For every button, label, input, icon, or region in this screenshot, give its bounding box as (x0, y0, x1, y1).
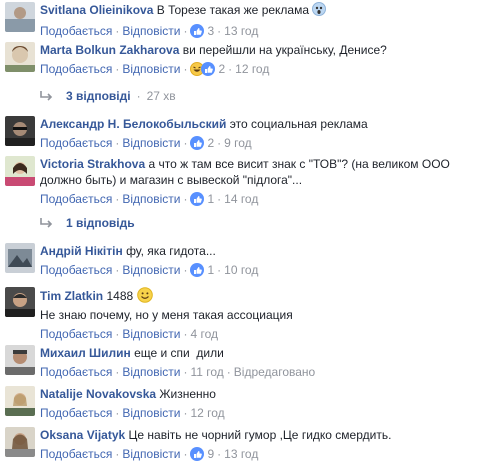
comment-text: ви перейшли на українську, Денисе? (182, 43, 387, 57)
comment-actions: Подобається · Відповісти · 1 · 14 год (40, 192, 259, 206)
avatar[interactable] (5, 42, 35, 72)
comment-actions: Подобається · Відповісти · 2 · 9 год (40, 136, 252, 150)
view-replies-link[interactable]: 1 відповідь (40, 216, 135, 230)
comment-time[interactable]: 11 год (190, 365, 223, 379)
comment-time[interactable]: 12 год (190, 406, 224, 420)
comment-text-line2: должно быть) и магазин с вывеской "підло… (40, 173, 303, 187)
comment-time[interactable]: 4 год (190, 327, 218, 341)
avatar[interactable] (5, 243, 35, 273)
comment-author[interactable]: Marta Bolkun Zakharova (40, 43, 179, 57)
reply-arrow-icon (40, 91, 53, 101)
comment-author[interactable]: Victoria Strakhova (40, 157, 145, 171)
comment-time[interactable]: 13 год (224, 24, 258, 38)
like-icon[interactable] (190, 136, 205, 150)
reply-button[interactable]: Відповісти (122, 136, 180, 150)
comment-text: Жизненно (159, 387, 216, 401)
replies-count[interactable]: 1 відповідь (66, 216, 135, 230)
view-replies-link[interactable]: 3 відповіді · 27 хв (40, 89, 176, 103)
like-button[interactable]: Подобається (40, 365, 112, 379)
like-button[interactable]: Подобається (40, 447, 112, 461)
reply-button[interactable]: Відповісти (122, 192, 180, 206)
like-icon[interactable] (201, 62, 216, 76)
reaction-count[interactable]: 1 (207, 263, 214, 277)
reply-button[interactable]: Відповісти (122, 365, 180, 379)
comment-actions: Подобається · Відповісти · 1 · 10 год (40, 263, 259, 277)
comment-text: Це навіть не чорний гумор ,Це гидко смер… (128, 428, 392, 442)
comment-text-line1: 1488 (106, 289, 134, 304)
like-button[interactable]: Подобається (40, 327, 112, 341)
comment-actions: Подобається · Відповісти · 2 · 12 год (40, 62, 270, 76)
avatar[interactable] (5, 156, 35, 186)
comment-time[interactable]: 9 год (224, 136, 252, 150)
avatar[interactable] (5, 427, 35, 457)
comment-time[interactable]: 10 год (224, 263, 258, 277)
comment-text: еще и спи дили (134, 346, 224, 360)
avatar[interactable] (5, 345, 35, 375)
like-icon[interactable] (190, 192, 205, 206)
reaction-count[interactable]: 2 (207, 136, 214, 150)
reply-button[interactable]: Відповісти (122, 327, 180, 341)
like-icon[interactable] (190, 263, 205, 277)
replies-count[interactable]: 3 відповіді (66, 89, 131, 103)
reaction-count[interactable]: 9 (207, 447, 214, 461)
avatar[interactable] (5, 386, 35, 416)
comment-author[interactable]: Александр Н. Белокобыльский (40, 117, 226, 131)
comment-text: это социальная реклама (229, 117, 368, 131)
replies-time: 27 хв (146, 89, 176, 103)
reply-button[interactable]: Відповісти (122, 62, 180, 76)
avatar[interactable] (5, 287, 35, 317)
reaction-count[interactable]: 3 (207, 24, 214, 38)
smile-emoji-icon (136, 287, 153, 307)
avatar[interactable] (5, 116, 35, 146)
like-button[interactable]: Подобається (40, 192, 112, 206)
reply-arrow-icon (40, 218, 53, 228)
comment-author[interactable]: Михаил Шилин (40, 346, 131, 360)
comment-actions: Подобається · Відповісти · 11 год · Відр… (40, 365, 316, 379)
comment-time[interactable]: 13 год (224, 447, 258, 461)
comment-actions: Подобається · Відповісти · 4 год (40, 327, 218, 341)
avatar[interactable] (5, 2, 35, 32)
comments-list: Svitlana Olieinikova В Торезе такая же р… (0, 0, 489, 463)
comment-author[interactable]: Oksana Vijatyk (40, 428, 125, 442)
comment-author[interactable]: Natalije Novakovska (40, 387, 156, 401)
like-button[interactable]: Подобається (40, 263, 112, 277)
reaction-count[interactable]: 1 (207, 192, 214, 206)
scream-emoji-icon (312, 2, 327, 20)
comment-text-line1: а что ж там все висит знак с "ТОВ"? (на … (148, 157, 450, 171)
reply-button[interactable]: Відповісти (122, 447, 180, 461)
comment-author[interactable]: Tim Zlatkin (40, 289, 103, 303)
reply-button[interactable]: Відповісти (122, 406, 180, 420)
comment-actions: Подобається · Відповісти · 3 · 13 год (40, 24, 259, 38)
like-icon[interactable] (190, 24, 205, 38)
like-button[interactable]: Подобається (40, 62, 112, 76)
like-button[interactable]: Подобається (40, 24, 112, 38)
comment-author[interactable]: Андрій Нікітін (40, 244, 123, 258)
reaction-count[interactable]: 2 (218, 62, 225, 76)
comment-text-line2: Не знаю почему, но у меня такая ассоциац… (40, 308, 293, 322)
reply-button[interactable]: Відповісти (122, 263, 180, 277)
comment-author[interactable]: Svitlana Olieinikova (40, 3, 153, 17)
edited-label[interactable]: Відредаговано (234, 365, 315, 379)
comment-text: фу, яка гидота... (126, 244, 216, 258)
comment-time[interactable]: 12 год (235, 62, 269, 76)
comment-time[interactable]: 14 год (224, 192, 258, 206)
like-icon[interactable] (190, 447, 205, 461)
comment-actions: Подобається · Відповісти · 12 год (40, 406, 225, 420)
like-button[interactable]: Подобається (40, 136, 112, 150)
comment-text: В Торезе такая же реклама (156, 3, 310, 18)
like-button[interactable]: Подобається (40, 406, 112, 420)
reply-button[interactable]: Відповісти (122, 24, 180, 38)
comment-actions: Подобається · Відповісти · 9 · 13 год (40, 447, 259, 461)
